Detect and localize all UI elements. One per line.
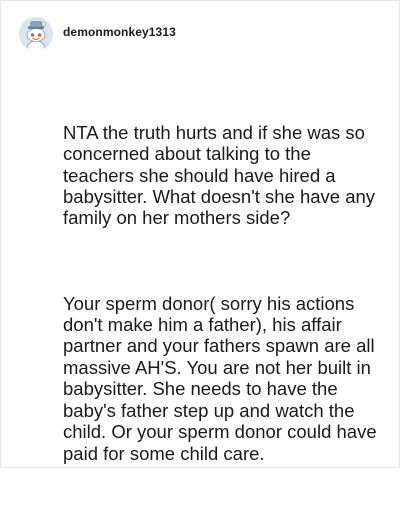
comment-header: demonmonkey1313 [19, 17, 176, 51]
comment-paragraph-2: Your sperm donor( sorry his actions don'… [63, 292, 382, 464]
comment-card: demonmonkey1313 NTA the truth hurts and … [0, 0, 400, 468]
comment-body: NTA the truth hurts and if she was so co… [63, 79, 385, 507]
comment-username[interactable]: demonmonkey1313 [63, 25, 176, 39]
reddit-snoo-avatar-icon[interactable] [19, 17, 53, 51]
comment-paragraph-1: NTA the truth hurts and if she was so co… [63, 121, 381, 229]
